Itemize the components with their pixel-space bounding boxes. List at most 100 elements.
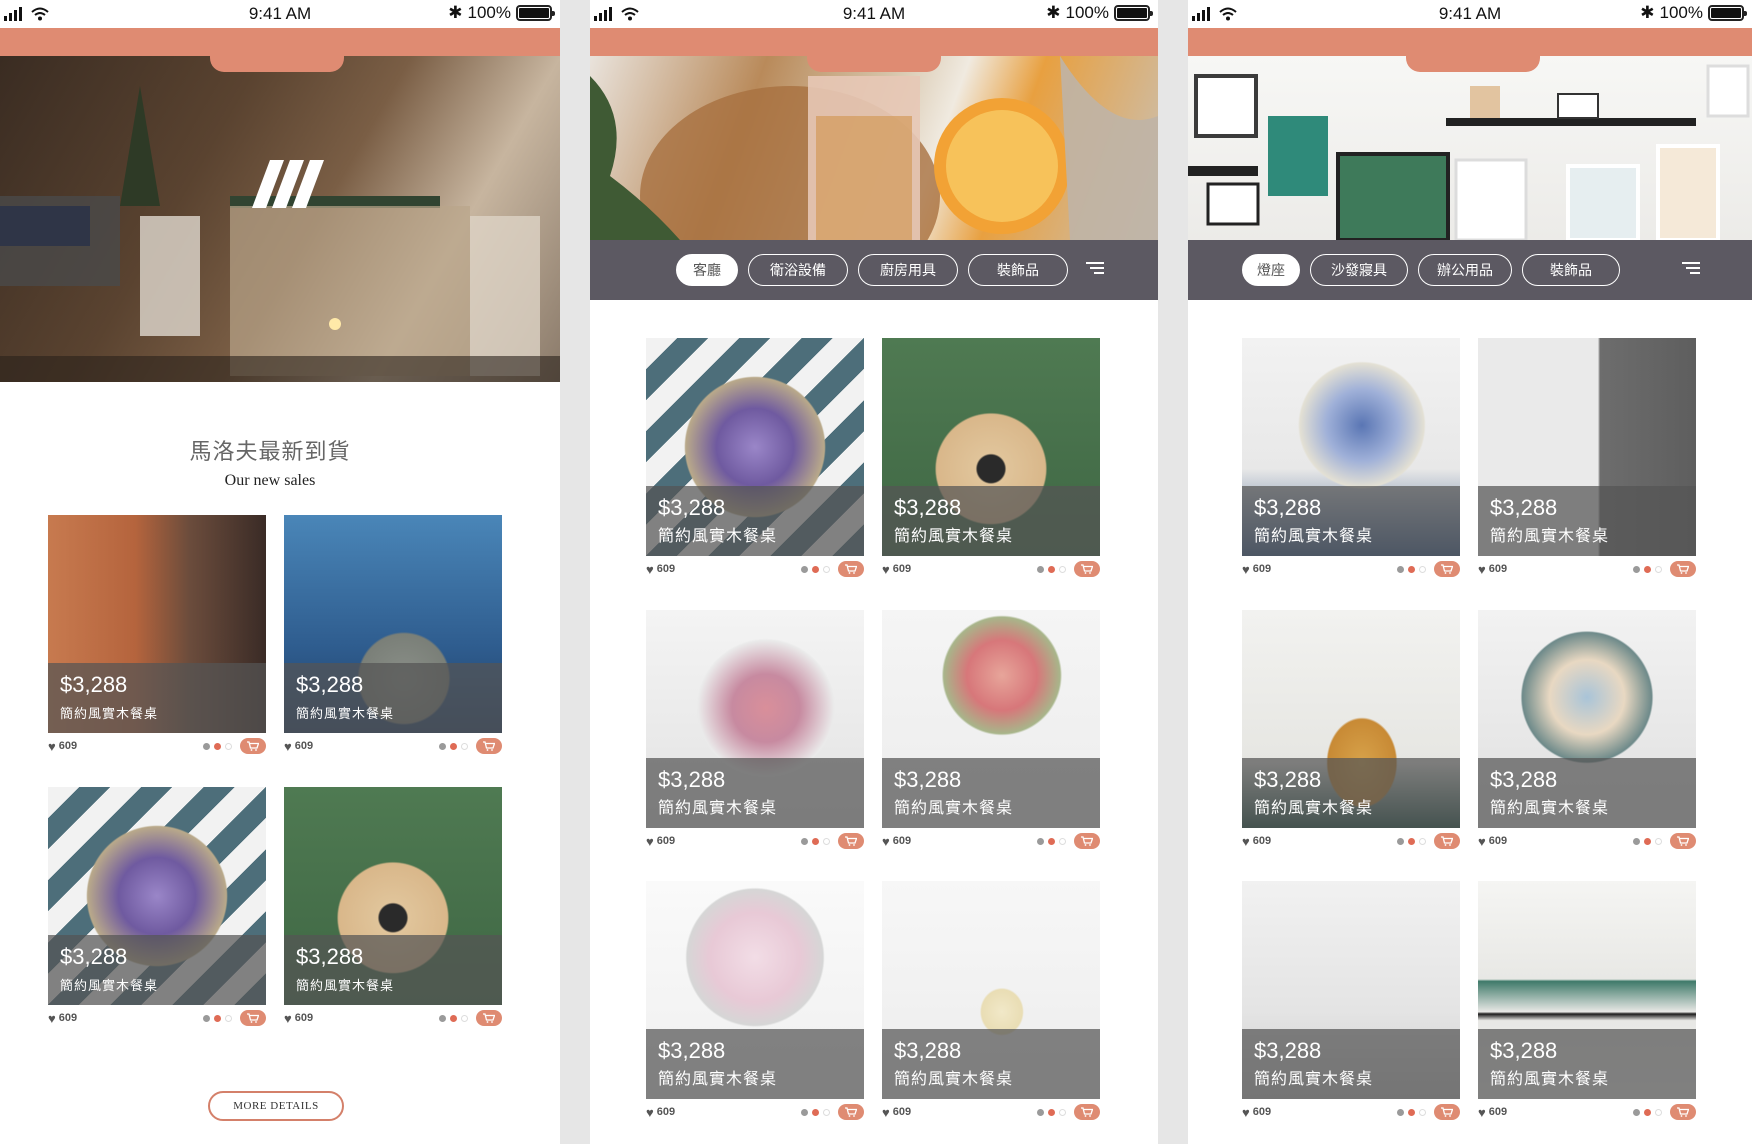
pull-tab[interactable] [1406,56,1540,72]
product-card[interactable]: $3,288 簡約風實木餐桌 ♥ 609 [646,610,864,854]
heart-icon[interactable]: ♥ [48,739,56,754]
product-image[interactable]: $3,288 簡約風實木餐桌 [1242,338,1460,556]
color-dot[interactable] [1397,1108,1404,1116]
cart-icon[interactable] [476,1010,502,1026]
product-image[interactable]: $3,288 簡約風實木餐桌 [284,787,502,1005]
cart-icon[interactable] [1074,833,1100,849]
heart-icon[interactable]: ♥ [882,834,890,849]
color-dot[interactable] [801,1108,808,1116]
product-image[interactable]: $3,288 簡約風實木餐桌 [646,338,864,556]
color-dot[interactable] [214,1014,221,1022]
menu-icon[interactable] [1086,262,1104,276]
more-details-button[interactable]: MORE DETAILS [208,1091,344,1121]
color-dot[interactable] [1048,837,1055,845]
category-chip[interactable]: 辦公用品 [1418,254,1512,286]
color-dot[interactable] [1419,565,1426,573]
product-card[interactable]: $3,288 簡約風實木餐桌 ♥ 609 [646,338,864,582]
category-chip[interactable]: 裝飾品 [968,254,1068,286]
heart-icon[interactable]: ♥ [646,1105,654,1120]
color-dot[interactable] [450,742,457,750]
product-image[interactable]: $3,288 簡約風實木餐桌 [1478,338,1696,556]
product-image[interactable]: $3,288 簡約風實木餐桌 [284,515,502,733]
heart-icon[interactable]: ♥ [882,562,890,577]
cart-icon[interactable] [1434,1104,1460,1120]
color-dot[interactable] [1408,837,1415,845]
heart-icon[interactable]: ♥ [646,834,654,849]
product-card[interactable]: $3,288 簡約風實木餐桌 ♥ 609 [1242,338,1460,582]
product-image[interactable]: $3,288 簡約風實木餐桌 [882,610,1100,828]
color-dot[interactable] [203,742,210,750]
pull-tab[interactable] [807,56,941,72]
product-image[interactable]: $3,288 簡約風實木餐桌 [1478,610,1696,828]
category-chip[interactable]: 燈座 [1242,254,1300,286]
color-dot[interactable] [1037,1108,1044,1116]
cart-icon[interactable] [838,561,864,577]
color-dot[interactable] [1408,1108,1415,1116]
product-image[interactable]: $3,288 簡約風實木餐桌 [882,338,1100,556]
color-dot[interactable] [1048,565,1055,573]
product-card[interactable]: $3,288 簡約風實木餐桌 ♥ 609 [882,610,1100,854]
cart-icon[interactable] [1434,833,1460,849]
color-dot[interactable] [225,742,232,750]
color-dot[interactable] [1419,1108,1426,1116]
color-dot[interactable] [214,742,221,750]
cart-icon[interactable] [1670,561,1696,577]
color-dot[interactable] [823,565,830,573]
product-card[interactable]: $3,288 簡約風實木餐桌 ♥ 609 [646,881,864,1125]
menu-icon[interactable] [1682,262,1700,276]
color-dot[interactable] [1644,837,1651,845]
cart-icon[interactable] [1074,1104,1100,1120]
heart-icon[interactable]: ♥ [284,1011,292,1026]
product-card[interactable]: $3,288 簡約風實木餐桌 ♥ 609 [1242,881,1460,1125]
color-dot[interactable] [1644,1108,1651,1116]
cart-icon[interactable] [476,738,502,754]
color-dot[interactable] [450,1014,457,1022]
product-image[interactable]: $3,288 簡約風實木餐桌 [48,515,266,733]
color-dot[interactable] [1037,837,1044,845]
color-dot[interactable] [461,742,468,750]
color-dot[interactable] [823,837,830,845]
color-dot[interactable] [439,742,446,750]
color-dot[interactable] [812,1108,819,1116]
color-dot[interactable] [1397,837,1404,845]
heart-icon[interactable]: ♥ [1478,834,1486,849]
product-image[interactable]: $3,288 簡約風實木餐桌 [1242,881,1460,1099]
category-chip[interactable]: 沙發寢具 [1310,254,1408,286]
product-image[interactable]: $3,288 簡約風實木餐桌 [1478,881,1696,1099]
color-dot[interactable] [1655,837,1662,845]
color-dot[interactable] [203,1014,210,1022]
product-card[interactable]: $3,288 簡約風實木餐桌 ♥ 609 [284,515,502,759]
heart-icon[interactable]: ♥ [284,739,292,754]
color-dot[interactable] [461,1014,468,1022]
cart-icon[interactable] [240,1010,266,1026]
category-chip[interactable]: 裝飾品 [1522,254,1620,286]
heart-icon[interactable]: ♥ [882,1105,890,1120]
product-card[interactable]: $3,288 簡約風實木餐桌 ♥ 609 [284,787,502,1031]
heart-icon[interactable]: ♥ [1478,1105,1486,1120]
color-dot[interactable] [1397,565,1404,573]
cart-icon[interactable] [838,833,864,849]
heart-icon[interactable]: ♥ [1242,834,1250,849]
color-dot[interactable] [1408,565,1415,573]
heart-icon[interactable]: ♥ [646,562,654,577]
cart-icon[interactable] [838,1104,864,1120]
product-image[interactable]: $3,288 簡約風實木餐桌 [646,610,864,828]
cart-icon[interactable] [1074,561,1100,577]
cart-icon[interactable] [1670,1104,1696,1120]
color-dot[interactable] [1048,1108,1055,1116]
heart-icon[interactable]: ♥ [1242,562,1250,577]
product-card[interactable]: $3,288 簡約風實木餐桌 ♥ 609 [1478,338,1696,582]
category-chip[interactable]: 客廳 [676,254,738,286]
color-dot[interactable] [1059,1108,1066,1116]
product-card[interactable]: $3,288 簡約風實木餐桌 ♥ 609 [882,338,1100,582]
color-dot[interactable] [1059,837,1066,845]
cart-icon[interactable] [1670,833,1696,849]
product-image[interactable]: $3,288 簡約風實木餐桌 [646,881,864,1099]
cart-icon[interactable] [1434,561,1460,577]
color-dot[interactable] [1633,565,1640,573]
color-dot[interactable] [812,837,819,845]
product-card[interactable]: $3,288 簡約風實木餐桌 ♥ 609 [48,787,266,1031]
color-dot[interactable] [812,565,819,573]
category-chip[interactable]: 廚房用具 [858,254,958,286]
pull-tab[interactable] [210,56,344,72]
